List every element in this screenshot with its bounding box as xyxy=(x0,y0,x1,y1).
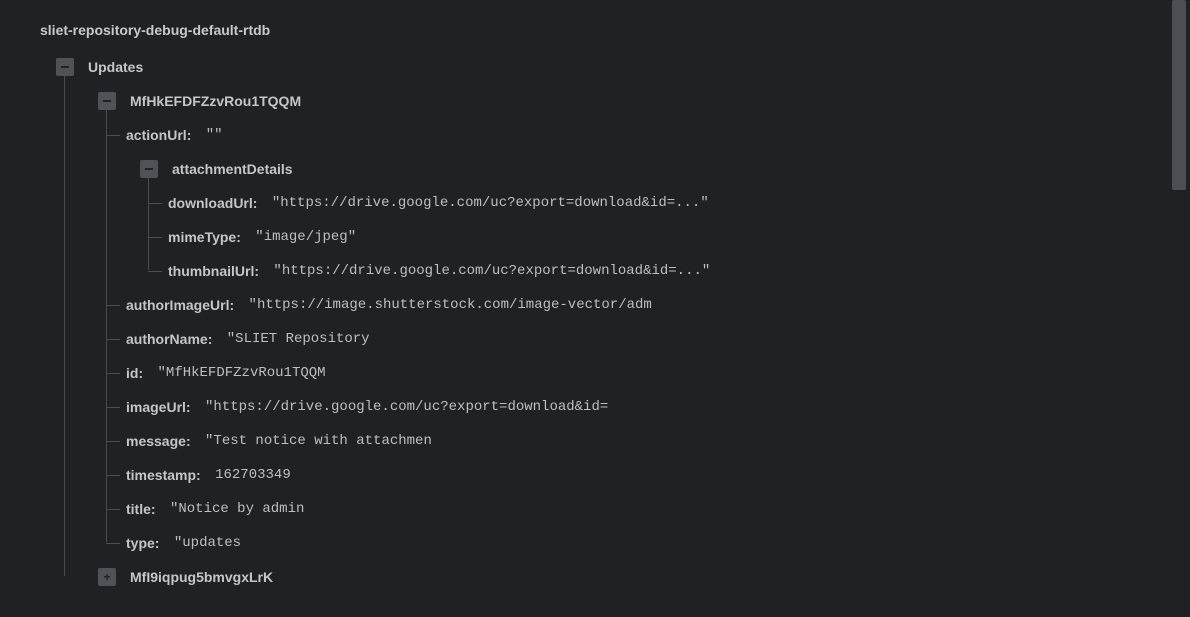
field-authorName[interactable]: authorName "SLIET Repository xyxy=(116,322,1190,356)
key-record-id[interactable]: MfI9iqpug5bmvgxLrK xyxy=(130,569,279,585)
node-attachmentDetails[interactable]: attachmentDetails downloadUrl "https://d… xyxy=(116,152,1190,288)
field-message[interactable]: message "Test notice with attachmen xyxy=(116,424,1190,458)
field-title[interactable]: title "Notice by admin xyxy=(116,492,1190,526)
collapse-icon[interactable] xyxy=(140,160,158,178)
scrollbar-thumb[interactable] xyxy=(1172,0,1186,190)
collapse-icon[interactable] xyxy=(56,58,74,76)
key-attachmentDetails[interactable]: attachmentDetails xyxy=(172,161,299,177)
collapse-icon[interactable] xyxy=(98,92,116,110)
key-updates[interactable]: Updates xyxy=(88,59,149,75)
field-actionUrl[interactable]: actionUrl "" xyxy=(116,118,1190,152)
field-timestamp[interactable]: timestamp 162703349 xyxy=(116,458,1190,492)
field-authorImageUrl[interactable]: authorImageUrl "https://image.shuttersto… xyxy=(116,288,1190,322)
node-updates[interactable]: Updates MfHkEFDFZzvRou1TQQM actionUrl "" xyxy=(40,50,1190,594)
field-downloadUrl[interactable]: downloadUrl "https://drive.google.com/uc… xyxy=(158,186,1190,220)
field-mimeType[interactable]: mimeType "image/jpeg" xyxy=(158,220,1190,254)
expand-icon[interactable] xyxy=(98,568,116,586)
node-record-2[interactable]: MfI9iqpug5bmvgxLrK xyxy=(74,560,1190,594)
database-tree-view: sliet-repository-debug-default-rtdb Upda… xyxy=(0,0,1190,617)
field-type[interactable]: type "updates xyxy=(116,526,1190,560)
field-id[interactable]: id "MfHkEFDFZzvRou1TQQM xyxy=(116,356,1190,390)
node-record-1[interactable]: MfHkEFDFZzvRou1TQQM actionUrl "" attachm… xyxy=(74,84,1190,560)
root-label[interactable]: sliet-repository-debug-default-rtdb xyxy=(40,22,1190,38)
key-record-id[interactable]: MfHkEFDFZzvRou1TQQM xyxy=(130,93,307,109)
field-imageUrl[interactable]: imageUrl "https://drive.google.com/uc?ex… xyxy=(116,390,1190,424)
field-thumbnailUrl[interactable]: thumbnailUrl "https://drive.google.com/u… xyxy=(158,254,1190,288)
